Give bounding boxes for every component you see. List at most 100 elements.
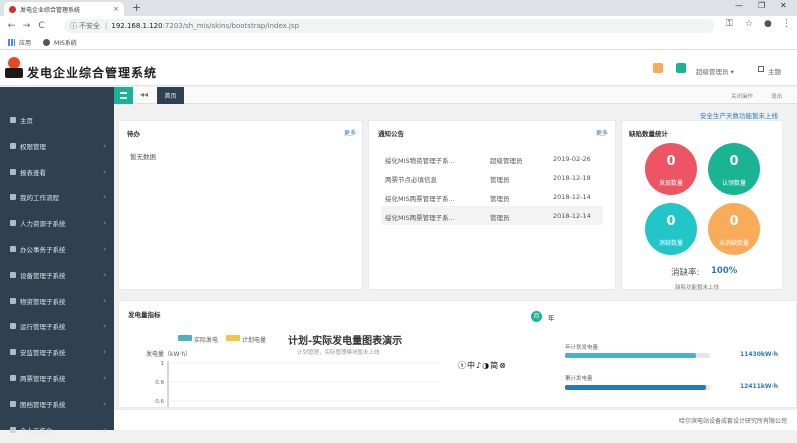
chevron-right-icon: › (103, 322, 106, 331)
profile-icon[interactable]: ● (764, 19, 772, 29)
user-menu[interactable]: 超级管理员 ▾ (696, 66, 734, 76)
announce-author: 超级管理员 (490, 157, 523, 165)
browser-tab-bar: 发电企业综合管理系统 × + — ❐ ✕ (0, 0, 797, 16)
defect-stat-circle[interactable]: 0 未消缺数量 (708, 203, 760, 255)
actual-gen-fill (565, 385, 706, 390)
announce-title: 绥化MIS两票管理子系... (385, 214, 455, 222)
sidebar-item-label: 人力资源子系统 (20, 220, 66, 229)
safety-notice: 安全生产天数功能暂未上线 (700, 112, 778, 120)
defect-stat-circle[interactable]: 0 认领数量 (708, 143, 760, 195)
sidebar-item[interactable]: 运行管理子系统 › (0, 313, 114, 339)
theme-button[interactable]: 主题 (768, 66, 781, 76)
site-info-icon[interactable]: ⓘ (70, 21, 77, 31)
sidebar-item[interactable]: 报表查看 › (0, 159, 114, 185)
legend-plan-swatch[interactable] (226, 335, 240, 341)
defect-stat-label: 消缺数量 (658, 240, 683, 247)
back-icon[interactable]: ← (4, 21, 19, 31)
address-toolbar: ← → C ⓘ 不安全 | 192.168.1.120 :7203/sh_mis… (0, 16, 797, 36)
url-bar[interactable]: ⓘ 不安全 | 192.168.1.120 :7203/sh_mis/skins… (64, 19, 714, 33)
defect-stat-label: 未消缺数量 (718, 240, 749, 247)
chevron-right-icon: › (103, 348, 106, 357)
close-ops-button[interactable]: 关闭操作 (731, 92, 753, 100)
menu-item-icon (10, 323, 16, 330)
defect-panel (621, 120, 783, 290)
menu-item-icon (10, 297, 16, 304)
sidebar-item[interactable]: 设备管理子系统 › (0, 262, 114, 288)
announce-more-link[interactable]: 更多 (596, 128, 608, 137)
sidebar-item[interactable]: 人力资源子系统 › (0, 210, 114, 236)
legend-actual-label[interactable]: 实际发电 (194, 335, 218, 344)
sidebar-item[interactable]: 物资管理子系统 › (0, 288, 114, 314)
tab-home[interactable]: 首页 (157, 87, 184, 104)
defect-rate-note: 缺陷功能暂未上线 (675, 285, 720, 291)
legend-plan-label[interactable]: 计划电量 (242, 335, 266, 344)
bookmark-apps[interactable]: 应用 (19, 38, 31, 47)
menu-item-icon (10, 271, 16, 278)
todo-more-link[interactable]: 更多 (344, 128, 356, 137)
sidebar-item[interactable]: 权限管理 › (0, 133, 114, 159)
footer-company: 哈尔滨电站设备成套设计研究所有限公司 (678, 418, 787, 425)
announce-row[interactable]: 绥化MIS物资管理子系... 超级管理员 2019-02-26 (381, 149, 603, 168)
star-icon[interactable]: ☆ (745, 19, 753, 29)
chart-y-tick: 1 (161, 361, 165, 367)
window-close-icon[interactable]: ✕ (780, 1, 787, 10)
sidebar-item[interactable]: 主页 (0, 107, 114, 133)
theme-icon[interactable] (758, 66, 764, 72)
sidebar-item-label: 主页 (20, 117, 33, 125)
minimize-icon[interactable]: — (735, 1, 743, 10)
browser-tab[interactable]: 发电企业综合管理系统 × (4, 2, 124, 16)
tabs-back-icon[interactable]: ◂◂ (140, 90, 148, 99)
sidebar-item[interactable]: 图档管理子系统 › (0, 391, 114, 417)
year-toggle[interactable]: 年 (548, 312, 555, 322)
power-title: 发电量指标 (128, 311, 161, 319)
footer: 哈尔滨电站设备成套设计研究所有限公司 (114, 409, 797, 430)
month-toggle[interactable]: 月 (531, 311, 542, 322)
insecure-label: 不安全 (79, 22, 100, 30)
menu-toggle-button[interactable] (114, 87, 133, 104)
tab-close-icon[interactable]: × (113, 5, 119, 13)
content-tabs-row (114, 87, 797, 104)
chart-y-tick: 0.8 (155, 380, 164, 386)
legend-actual-swatch[interactable] (178, 335, 192, 341)
forward-icon[interactable]: → (19, 21, 34, 31)
plan-gen-value: 11430kW·h (740, 351, 779, 358)
todo-title: 待办 (127, 130, 140, 138)
reload-icon[interactable]: C (34, 21, 49, 31)
announce-row[interactable]: 绥化MIS两票管理子系... 管理员 2018-12-14 (381, 187, 603, 206)
announce-row[interactable]: 两票节点必填信息 管理员 2018-12-18 (381, 168, 603, 187)
sidebar-item[interactable]: 我的工作流程 › (0, 184, 114, 210)
chevron-right-icon: › (103, 219, 106, 228)
announce-title: 绥化MIS两票管理子系... (385, 195, 455, 203)
plan-gen-bar (565, 353, 710, 358)
chevron-right-icon: › (103, 374, 106, 382)
url-path: :7203/sh_mis/skins/bootstrap/index.jsp (162, 22, 300, 30)
maximize-icon[interactable]: ❐ (758, 1, 765, 10)
notification-bell-icon[interactable] (653, 63, 663, 73)
defect-rate-label: 消缺率: (671, 268, 700, 278)
announce-row[interactable]: 绥化MIS两票管理子系... 管理员 2018-12-14 (381, 206, 603, 225)
actual-gen-label: 累计发电量 (565, 376, 593, 382)
actual-gen-value: 12411kW·h (740, 383, 779, 390)
globe-icon (43, 39, 51, 46)
ime-toolbar[interactable]: ⓢ中♪◑简⊗ (458, 360, 507, 371)
browser-tab-title: 发电企业综合管理系统 (20, 6, 81, 14)
defect-title: 缺陷数量统计 (629, 130, 668, 138)
new-tab-button[interactable]: + (132, 1, 141, 14)
announce-title: 绥化MIS物资管理子系... (385, 157, 455, 165)
sidebar-item[interactable]: 办公事务子系统 › (0, 236, 114, 262)
key-icon[interactable]: ⚿ (726, 19, 733, 29)
announce-author: 管理员 (490, 195, 510, 203)
message-icon[interactable] (676, 63, 686, 73)
sidebar-item-label: 我的工作流程 (20, 194, 59, 203)
bookmark-mis[interactable]: MIS系统 (54, 38, 77, 47)
sidebar-item[interactable]: 两票管理子系统 › (0, 365, 114, 391)
apps-grid-icon[interactable] (8, 39, 15, 46)
exit-button[interactable]: 退出 (771, 92, 782, 100)
sidebar-item[interactable]: 安监管理子系统 › (0, 339, 114, 365)
defect-stat-circle[interactable]: 0 消缺数量 (645, 203, 697, 255)
plan-gen-label: 年计划发电量 (565, 345, 599, 351)
announce-author: 管理员 (490, 176, 510, 184)
defect-stat-circle[interactable]: 0 发现数量 (645, 143, 697, 195)
menu-icon[interactable]: ⋮ (782, 19, 791, 29)
announce-title: 通知公告 (378, 130, 404, 138)
